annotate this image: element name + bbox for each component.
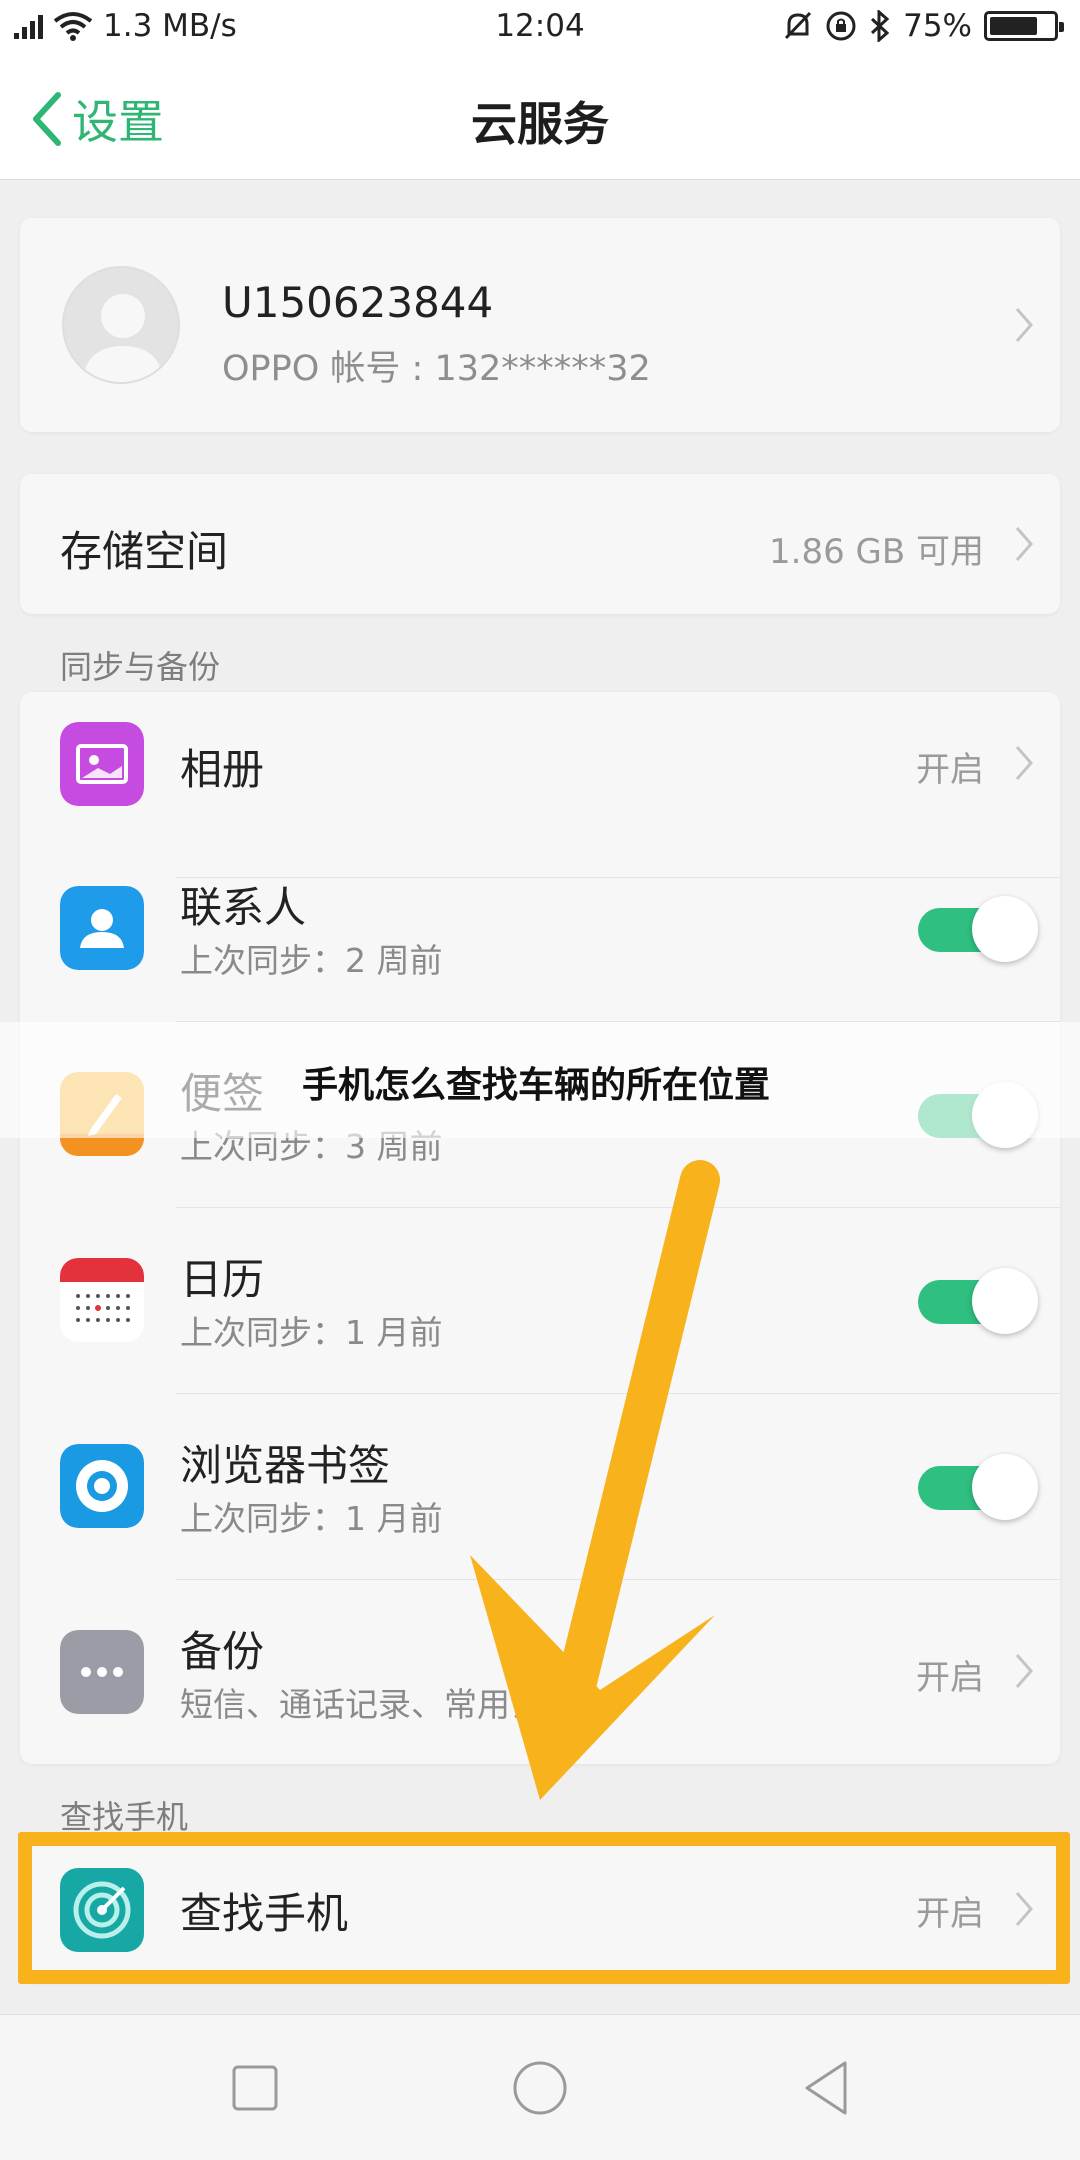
chevron-right-icon: [1015, 527, 1033, 561]
bluetooth-icon: [871, 10, 890, 42]
storage-label: 存储空间: [60, 527, 229, 576]
navigation-bar: [0, 2014, 1080, 2160]
sync-item-title: 备份: [180, 1627, 265, 1676]
backup-icon: [60, 1630, 144, 1714]
sync-section-header: 同步与备份: [60, 648, 221, 686]
sync-item-browser-bookmarks[interactable]: 浏览器书签 上次同步：1 月前: [20, 1394, 1060, 1580]
toggle-knob: [972, 1454, 1038, 1520]
status-bar: 1.3 MB/s 12:04 75%: [0, 0, 1080, 56]
title-bar: 设置 云服务: [0, 56, 1080, 180]
rotation-lock-icon: [826, 11, 856, 41]
calendar-icon: [60, 1258, 144, 1342]
chevron-right-icon: [1015, 746, 1033, 780]
sync-item-subtitle: 短信、通话记录、常用设置等: [180, 1685, 609, 1724]
mute-icon: [785, 11, 812, 40]
sync-item-status: 开启: [916, 750, 984, 790]
battery-icon: [984, 11, 1064, 41]
contacts-sync-toggle[interactable]: [918, 896, 1038, 962]
status-right: 75%: [783, 8, 1064, 44]
bookmarks-sync-toggle[interactable]: [918, 1454, 1038, 1520]
sync-item-title: 相册: [180, 745, 265, 794]
sync-item-calendar[interactable]: 日历 上次同步：1 月前: [20, 1208, 1060, 1394]
battery-percent: 75%: [903, 8, 972, 44]
sync-item-title: 日历: [180, 1255, 265, 1304]
toggle-knob: [972, 1268, 1038, 1334]
contacts-icon: [60, 886, 144, 970]
username: U150623844: [222, 278, 494, 327]
chevron-right-icon: [1015, 308, 1033, 342]
account-number: OPPO 帐号 : 132******32: [222, 349, 651, 389]
sync-item-status: 开启: [916, 1658, 984, 1698]
avatar: [62, 266, 180, 384]
page-title: 云服务: [471, 97, 609, 151]
caption-banner: 手机怎么查找车辆的所在位置: [0, 1022, 1080, 1138]
sync-item-subtitle: 上次同步：1 月前: [180, 1499, 443, 1538]
highlight-box: [18, 1832, 1070, 1984]
caption-text: 手机怎么查找车辆的所在位置: [302, 1065, 771, 1106]
sync-item-subtitle: 上次同步：1 月前: [180, 1313, 443, 1352]
album-icon: [60, 722, 144, 806]
toggle-knob: [972, 896, 1038, 962]
storage-card[interactable]: 存储空间 1.86 GB 可用: [20, 474, 1060, 614]
sync-item-backup[interactable]: 备份 短信、通话记录、常用设置等 开启: [20, 1580, 1060, 1766]
battery-fill: [990, 17, 1037, 35]
sync-item-subtitle: 上次同步：2 周前: [180, 941, 443, 980]
sync-item-title: 浏览器书签: [180, 1441, 391, 1490]
back-nav-button[interactable]: [795, 2055, 861, 2121]
sync-item-title: 联系人: [180, 883, 307, 932]
default-avatar-icon: [82, 294, 164, 382]
calendar-sync-toggle[interactable]: [918, 1268, 1038, 1334]
account-card[interactable]: U150623844 OPPO 帐号 : 132******32: [20, 218, 1060, 432]
storage-value: 1.86 GB 可用: [769, 532, 984, 572]
chevron-right-icon: [1015, 1654, 1033, 1688]
home-button[interactable]: [507, 2055, 573, 2121]
browser-bookmark-icon: [60, 1444, 144, 1528]
sync-item-contacts[interactable]: 联系人 上次同步：2 周前: [20, 836, 1060, 1022]
sync-card: 相册 开启 联系人 上次同步：2 周前 便签 上次同步：3 周前: [20, 692, 1060, 1764]
recent-apps-button[interactable]: [222, 2055, 288, 2121]
